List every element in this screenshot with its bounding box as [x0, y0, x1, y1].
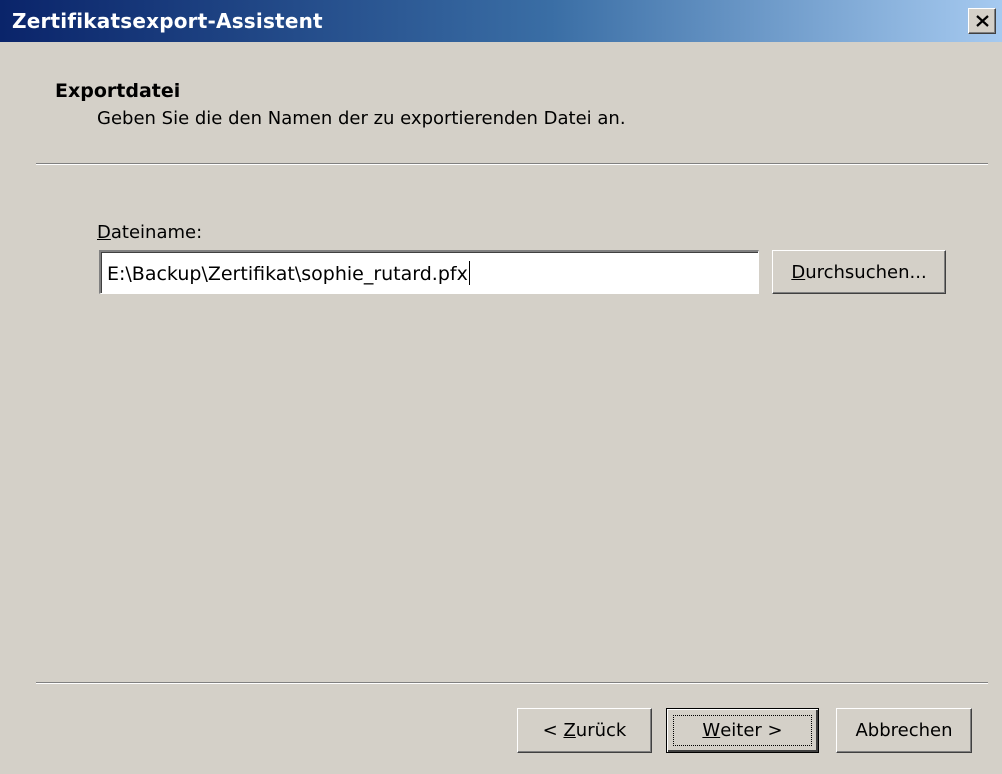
- footer-divider: [36, 682, 988, 684]
- certificate-export-wizard-dialog: Zertifikatsexport-Assistent Exportdatei …: [0, 0, 1002, 774]
- cancel-button[interactable]: Abbrechen: [836, 708, 972, 753]
- title-bar[interactable]: Zertifikatsexport-Assistent: [0, 0, 1002, 42]
- filename-label-text: ateiname:: [110, 222, 203, 243]
- browse-button-access-key: D: [791, 261, 806, 283]
- filename-input-value: E:\Backup\Zertifikat\sophie_rutard.pfx: [107, 263, 468, 285]
- filename-input[interactable]: E:\Backup\Zertifikat\sophie_rutard.pfx: [99, 250, 759, 294]
- header-divider: [36, 163, 988, 165]
- back-button[interactable]: < Zurück: [517, 708, 652, 753]
- window-title: Zertifikatsexport-Assistent: [12, 9, 323, 33]
- next-button[interactable]: Weiter >: [666, 708, 819, 753]
- back-button-prefix: <: [542, 720, 564, 741]
- text-caret: [468, 261, 470, 285]
- cancel-button-label: Abbrechen: [855, 720, 953, 741]
- next-button-label: eiter >: [720, 720, 783, 741]
- next-button-access-key: W: [702, 720, 721, 741]
- browse-button-label: urchsuchen...: [805, 261, 927, 283]
- page-title: Exportdatei: [55, 80, 181, 102]
- filename-label-access-key: D: [97, 222, 111, 243]
- page-subtitle: Geben Sie die den Namen der zu exportier…: [97, 108, 626, 129]
- close-icon: [976, 15, 989, 27]
- back-button-access-key: Z: [563, 720, 576, 741]
- filename-label: Dateiname:: [97, 222, 202, 243]
- browse-button[interactable]: Durchsuchen...: [772, 250, 946, 294]
- close-button[interactable]: [968, 8, 996, 34]
- back-button-label: urück: [575, 720, 627, 741]
